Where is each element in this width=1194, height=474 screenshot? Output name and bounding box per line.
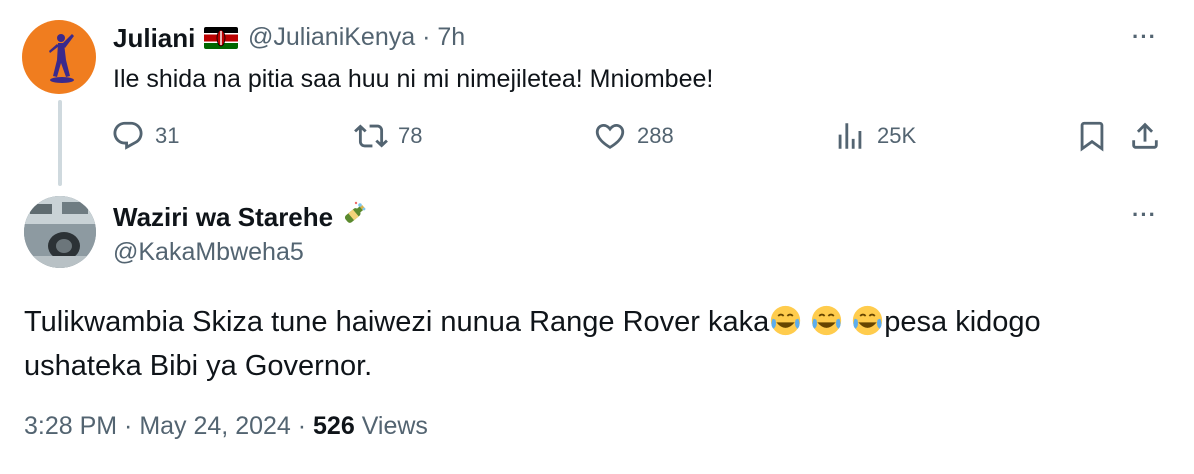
face-with-tears-of-joy-icon bbox=[810, 304, 843, 337]
bookmark-icon bbox=[1080, 121, 1104, 152]
heart-icon bbox=[595, 123, 625, 149]
kenya-flag-icon bbox=[204, 27, 238, 49]
reply-text: Tulikwambia Skiza tune haiwezi nunua Ran… bbox=[24, 300, 1154, 388]
repost-icon bbox=[354, 124, 388, 148]
share-button[interactable] bbox=[1128, 119, 1162, 153]
timestamp[interactable]: 3:28 PM · May 24, 2024 · bbox=[24, 412, 313, 440]
reply-author-name-text[interactable]: Waziri wa Starehe bbox=[113, 202, 333, 232]
views-label: Views bbox=[354, 412, 428, 440]
analytics-icon bbox=[838, 123, 862, 149]
separator: · bbox=[422, 23, 431, 51]
reply-text-part1: Tulikwambia Skiza tune haiwezi nunua Ran… bbox=[24, 306, 770, 338]
reply-author-name[interactable]: Waziri wa Starehe bbox=[113, 200, 368, 237]
author-handle-and-time[interactable]: @JulianiKenya · 7h bbox=[248, 23, 465, 52]
reply-author-handle[interactable]: @KakaMbweha5 bbox=[113, 238, 304, 267]
like-count: 288 bbox=[637, 123, 674, 148]
views-button[interactable]: 25K bbox=[833, 119, 916, 153]
tweet-metadata: 3:28 PM · May 24, 2024 · 526 Views bbox=[24, 412, 428, 441]
repost-button[interactable]: 78 bbox=[354, 119, 422, 153]
face-with-tears-of-joy-icon bbox=[851, 304, 884, 337]
author-name[interactable]: Juliani bbox=[113, 23, 195, 54]
waziri-avatar[interactable] bbox=[24, 196, 96, 268]
face-with-tears-of-joy-icon bbox=[769, 304, 802, 337]
tweet-time[interactable]: 7h bbox=[437, 23, 465, 51]
champagne-bottle-icon bbox=[334, 200, 368, 237]
juliani-avatar[interactable] bbox=[22, 20, 96, 94]
bookmark-button[interactable] bbox=[1075, 119, 1109, 153]
thread-line bbox=[58, 100, 62, 186]
reply-icon bbox=[113, 121, 143, 150]
share-icon bbox=[1132, 122, 1158, 149]
more-options-icon[interactable]: ··· bbox=[1132, 24, 1157, 50]
reply-count: 31 bbox=[155, 123, 180, 148]
author-handle[interactable]: @JulianiKenya bbox=[248, 23, 415, 51]
view-count: 25K bbox=[877, 123, 917, 148]
tweet-text: Ile shida na pitia saa huu ni mi nimejil… bbox=[113, 65, 714, 93]
reply-more-options-icon[interactable]: ··· bbox=[1132, 202, 1157, 228]
views-count: 526 bbox=[313, 412, 355, 440]
repost-count: 78 bbox=[398, 123, 423, 148]
like-button[interactable]: 288 bbox=[593, 119, 674, 153]
reply-button[interactable]: 31 bbox=[111, 119, 179, 153]
